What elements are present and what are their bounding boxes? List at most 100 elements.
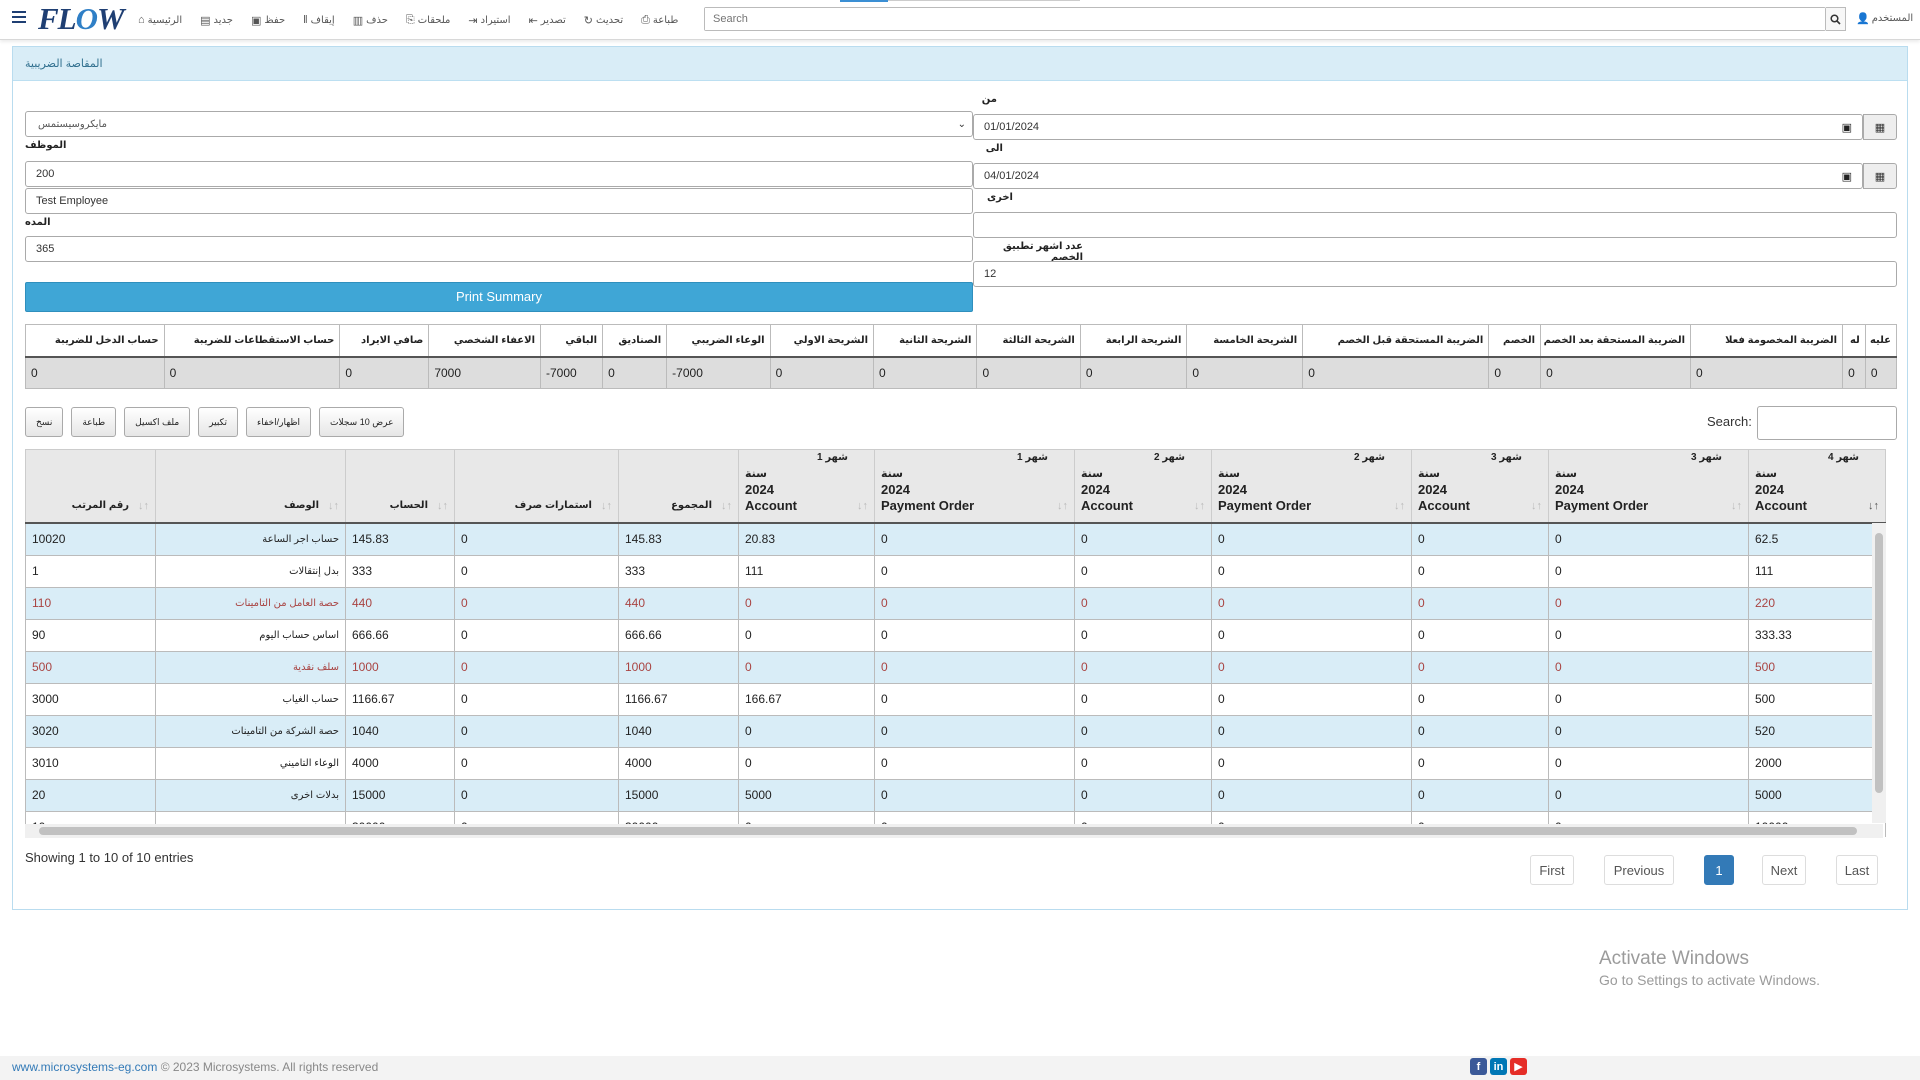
company-select-value: مايكروسيستمس (38, 118, 107, 130)
table-row[interactable]: 110 حصة العامل من التامينات 440 0 440 0 0 0 0 0 0 2… (25, 586, 1886, 620)
from-date-field[interactable]: 01/01/2024 ▣ (973, 114, 1863, 140)
table-cell: 0 (454, 618, 619, 652)
vertical-scrollbar[interactable] (1872, 523, 1886, 823)
sort-icon[interactable]: ↓↑ (1057, 498, 1068, 514)
page-length-button[interactable]: عرض 10 سجلات (319, 407, 405, 437)
column-header[interactable]: الوصف ↓↑ (155, 449, 346, 524)
column-header-sub: 2024 (1555, 482, 1584, 497)
table-cell: 62.5 (1748, 522, 1886, 556)
column-header-sub: سنة (745, 468, 767, 480)
table-row[interactable]: 1 بدل إنتقالات 333 0 333 111 0 0 0 0 0 111 (25, 554, 1886, 588)
sort-icon[interactable]: ↓↑ (857, 498, 868, 514)
table-cell: 0 (1548, 778, 1749, 812)
column-header[interactable]: شهر 1 سنة 2024 Account ↓↑ (738, 449, 875, 524)
table-cell: 0 (1548, 522, 1749, 556)
sort-icon[interactable]: ↓↑ (1731, 498, 1742, 514)
table-cell: 0 (1074, 618, 1212, 652)
calendar-icon[interactable]: ▣ (1842, 121, 1852, 134)
column-header[interactable]: المجموع ↓↑ (618, 449, 739, 524)
new-button[interactable]: ▤ جديد (200, 12, 233, 28)
table-cell: 0 (1074, 650, 1212, 684)
table-cell: 1000 (345, 650, 455, 684)
sort-icon[interactable]: ↓↑ (721, 498, 732, 514)
summary-value: 0 (602, 356, 668, 389)
youtube-icon[interactable]: ▶ (1510, 1058, 1527, 1075)
column-header[interactable]: استمارات صرف ↓↑ (454, 449, 619, 524)
sort-icon[interactable]: ↓↑ (1868, 498, 1879, 514)
table-cell: 220 (1748, 586, 1886, 620)
from-date-picker-button[interactable]: ▦ (1863, 114, 1897, 140)
column-header[interactable]: الحساب ↓↑ (345, 449, 455, 524)
column-header[interactable]: رقم المرتب ↓↑ (25, 449, 156, 524)
copy-button[interactable]: نسخ (25, 407, 64, 437)
table-row[interactable]: 500 سلف نقدية 1000 0 1000 0 0 0 0 0 0 500 (25, 650, 1886, 684)
pager-first[interactable]: First (1530, 855, 1574, 885)
to-date-picker-button[interactable]: ▦ (1863, 163, 1897, 189)
other-field[interactable] (973, 212, 1897, 238)
footer-website-link[interactable]: www.microsystems-eg.com (12, 1060, 157, 1074)
table-cell: 145.83 (618, 522, 739, 556)
table-cell: 0 (454, 650, 619, 684)
pager-last[interactable]: Last (1836, 855, 1878, 885)
column-header[interactable]: شهر 4 سنة 2024 Account ↓↑ (1748, 449, 1886, 524)
horizontal-scrollbar[interactable] (25, 824, 1883, 838)
table-search-input[interactable] (1757, 406, 1897, 440)
save-button[interactable]: ▣ حفظ (251, 12, 285, 28)
sort-icon[interactable]: ↓↑ (1531, 498, 1542, 514)
sort-icon[interactable]: ↓↑ (328, 498, 339, 514)
delete-button[interactable]: ▥ حذف (353, 12, 388, 28)
column-header[interactable]: شهر 3 سنة 2024 Payment Order ↓↑ (1548, 449, 1749, 524)
column-header[interactable]: شهر 3 سنة 2024 Account ↓↑ (1411, 449, 1549, 524)
table-cell: 10020 (25, 522, 156, 556)
period-field[interactable]: 365 (25, 236, 973, 262)
column-header-sub: 2024 (1418, 482, 1447, 497)
search-button[interactable] (1826, 7, 1846, 31)
table-cell: 0 (874, 714, 1075, 748)
print-button[interactable]: طباعة (71, 407, 117, 437)
table-row[interactable]: 10020 حساب اجر الساعة 145.83 0 145.83 20.83 0 0… (25, 522, 1886, 556)
pause-button[interactable]: ‖ إيقاف (303, 12, 335, 28)
home-button[interactable]: ⌂ الرئيسية (138, 12, 182, 28)
print-button[interactable]: ⎙ طباعة (641, 12, 678, 28)
column-header[interactable]: شهر 2 سنة 2024 Account ↓↑ (1074, 449, 1212, 524)
import-label: استيراد (480, 14, 511, 26)
calendar-icon[interactable]: ▣ (1842, 170, 1852, 183)
facebook-icon[interactable]: f (1470, 1058, 1487, 1075)
excel-button[interactable]: ملف اكسيل (124, 407, 191, 437)
import-button[interactable]: ⇥ استيراد (468, 12, 510, 28)
table-row[interactable]: 3020 حصة الشركة من التامينات 1040 0 1040 0 0 0 0… (25, 714, 1886, 748)
employee-name-field[interactable]: Test Employee (25, 188, 973, 214)
sort-icon[interactable]: ↓↑ (601, 498, 612, 514)
attachments-button[interactable]: ⎘ ملحقات (406, 12, 450, 28)
print-summary-button[interactable]: Print Summary (25, 282, 973, 312)
table-row[interactable]: 3000 حساب الغياب 1166.67 0 1166.67 166.67 0 0 0 0… (25, 682, 1886, 716)
sort-icon[interactable]: ↓↑ (437, 498, 448, 514)
column-header[interactable]: شهر 1 سنة 2024 Payment Order ↓↑ (874, 449, 1075, 524)
sort-icon[interactable]: ↓↑ (1194, 498, 1205, 514)
column-visibility-button[interactable]: اظهار/اخفاء (246, 407, 312, 437)
refresh-button[interactable]: ↻ تحديث (584, 12, 623, 28)
sort-icon[interactable]: ↓↑ (138, 498, 149, 514)
company-select[interactable]: مايكروسيستمس ⌄ (25, 111, 973, 137)
column-header[interactable]: شهر 2 سنة 2024 Payment Order ↓↑ (1211, 449, 1412, 524)
linkedin-icon[interactable]: in (1490, 1058, 1507, 1075)
table-row[interactable]: 3010 الوعاء التاميني 4000 0 4000 0 0 0 0 0 0 2000 (25, 746, 1886, 780)
to-date-field[interactable]: 04/01/2024 ▣ (973, 163, 1863, 189)
employee-code-field[interactable]: 200 (25, 161, 973, 187)
pager-previous[interactable]: Previous (1604, 855, 1674, 885)
table-cell: 666.66 (345, 618, 455, 652)
user-menu[interactable]: 👤 المستخدم (1856, 12, 1913, 25)
zoom-button[interactable]: تكبير (198, 407, 239, 437)
pager-next[interactable]: Next (1762, 855, 1806, 885)
table-row[interactable]: 90 اساس حساب اليوم 666.66 0 666.66 0 0 0 0 0 0 333.… (25, 618, 1886, 652)
pager-page-1[interactable]: 1 (1704, 855, 1734, 885)
table-cell: 0 (1411, 586, 1549, 620)
table-cell: 0 (874, 682, 1075, 716)
export-button[interactable]: ⇤ تصدير (529, 12, 566, 28)
app-logo[interactable]: FLOW (38, 1, 125, 37)
table-row[interactable]: 20 بدلات اخرى 15000 0 15000 5000 0 0 0 0 0 5000 (25, 778, 1886, 812)
menu-icon[interactable] (12, 11, 26, 25)
deduction-months-field[interactable]: 12 (973, 261, 1897, 287)
global-search-input[interactable] (705, 8, 1825, 30)
sort-icon[interactable]: ↓↑ (1394, 498, 1405, 514)
